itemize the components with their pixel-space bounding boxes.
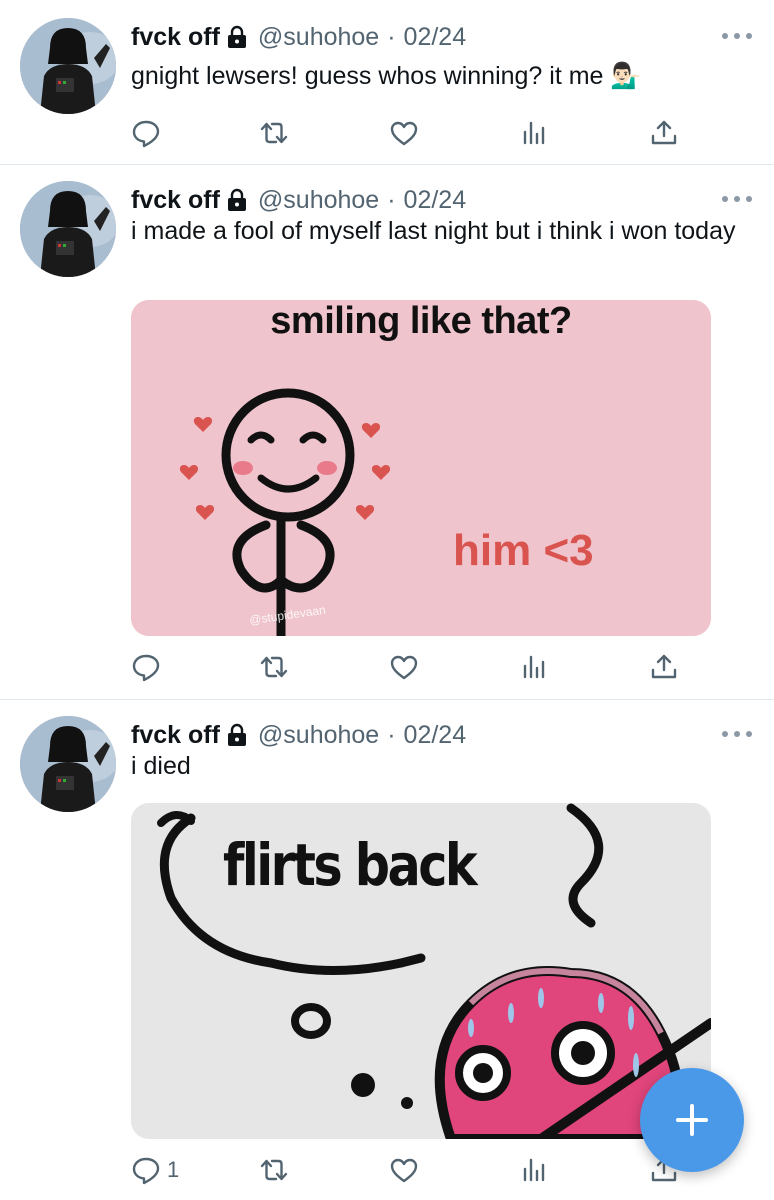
compose-button[interactable] <box>640 1068 744 1172</box>
tweet-actions: 1 <box>131 1153 691 1187</box>
retweet-button[interactable] <box>259 650 289 684</box>
analytics-icon <box>523 121 545 145</box>
retweet-icon <box>260 122 288 144</box>
reply-button[interactable]: 1 <box>131 1153 179 1187</box>
tweet-text: i made a fool of myself last night but i… <box>131 217 736 245</box>
author-name[interactable]: fvck off <box>131 186 220 215</box>
reply-icon <box>132 120 160 148</box>
tweet-date[interactable]: 02/24 <box>404 23 467 52</box>
meme-caption-side: him <3 <box>453 526 594 575</box>
separator: · <box>387 720 396 749</box>
tweet-actions <box>131 650 691 684</box>
reply-icon <box>132 654 160 682</box>
retweet-button[interactable] <box>259 116 289 150</box>
author-handle[interactable]: @suhohoe <box>258 186 379 215</box>
more-icon[interactable] <box>722 26 752 46</box>
like-icon <box>390 655 418 680</box>
tweet-1[interactable]: fvck off @suhohoe · 02/24 gnight lewsers… <box>0 0 774 165</box>
avatar-image <box>20 18 116 114</box>
like-button[interactable] <box>389 116 419 150</box>
lock-icon <box>226 723 248 747</box>
reply-icon <box>132 1157 160 1185</box>
tweet-2[interactable]: fvck off @suhohoe · 02/24 i made a fool … <box>0 165 774 699</box>
avatar[interactable] <box>20 181 116 277</box>
avatar[interactable] <box>20 18 116 114</box>
share-button[interactable] <box>649 650 679 684</box>
author-handle[interactable]: @suhohoe <box>258 23 379 52</box>
reply-button[interactable] <box>131 116 161 150</box>
more-icon[interactable] <box>722 189 752 209</box>
author-name[interactable]: fvck off <box>131 721 220 750</box>
avatar[interactable] <box>20 716 116 812</box>
analytics-button[interactable] <box>519 1153 549 1187</box>
tweet-date[interactable]: 02/24 <box>404 721 467 750</box>
author-handle[interactable]: @suhohoe <box>258 721 379 750</box>
tweet-image[interactable]: smiling like that? him <3 @stupidevaan <box>131 300 711 636</box>
tweet-header: fvck off @suhohoe · 02/24 <box>131 183 466 217</box>
tweet-image[interactable]: flirts back <box>131 803 711 1139</box>
tweet-header: fvck off @suhohoe · 02/24 <box>131 20 466 54</box>
meme-caption-top: smiling like that? <box>270 300 572 342</box>
separator: · <box>387 185 396 214</box>
share-icon <box>651 654 677 679</box>
retweet-button[interactable] <box>259 1153 289 1187</box>
avatar-image <box>20 716 116 812</box>
tweet-actions <box>131 116 691 150</box>
meme-caption: flirts back <box>223 831 478 899</box>
retweet-icon <box>260 656 288 678</box>
separator: · <box>387 22 396 51</box>
author-name[interactable]: fvck off <box>131 23 220 52</box>
like-icon <box>390 1158 418 1183</box>
analytics-button[interactable] <box>519 116 549 150</box>
analytics-icon <box>523 1158 545 1182</box>
reply-count: 1 <box>167 1157 180 1182</box>
tweet-text: i died <box>131 752 191 780</box>
retweet-icon <box>260 1159 288 1181</box>
tweet-date[interactable]: 02/24 <box>404 186 467 215</box>
lock-icon <box>226 188 248 212</box>
share-button[interactable] <box>649 116 679 150</box>
analytics-button[interactable] <box>519 650 549 684</box>
tweet-header: fvck off @suhohoe · 02/24 <box>131 718 466 752</box>
meme-drawing <box>131 300 711 636</box>
tweet-text: gnight lewsers! guess whos winning? it m… <box>131 62 642 90</box>
more-icon[interactable] <box>722 724 752 744</box>
like-button[interactable] <box>389 1153 419 1187</box>
like-button[interactable] <box>389 650 419 684</box>
like-icon <box>390 121 418 146</box>
share-icon <box>651 120 677 145</box>
analytics-icon <box>523 655 545 679</box>
reply-button[interactable] <box>131 650 161 684</box>
lock-icon <box>226 25 248 49</box>
compose-plus-icon <box>676 1104 708 1136</box>
avatar-image <box>20 181 116 277</box>
